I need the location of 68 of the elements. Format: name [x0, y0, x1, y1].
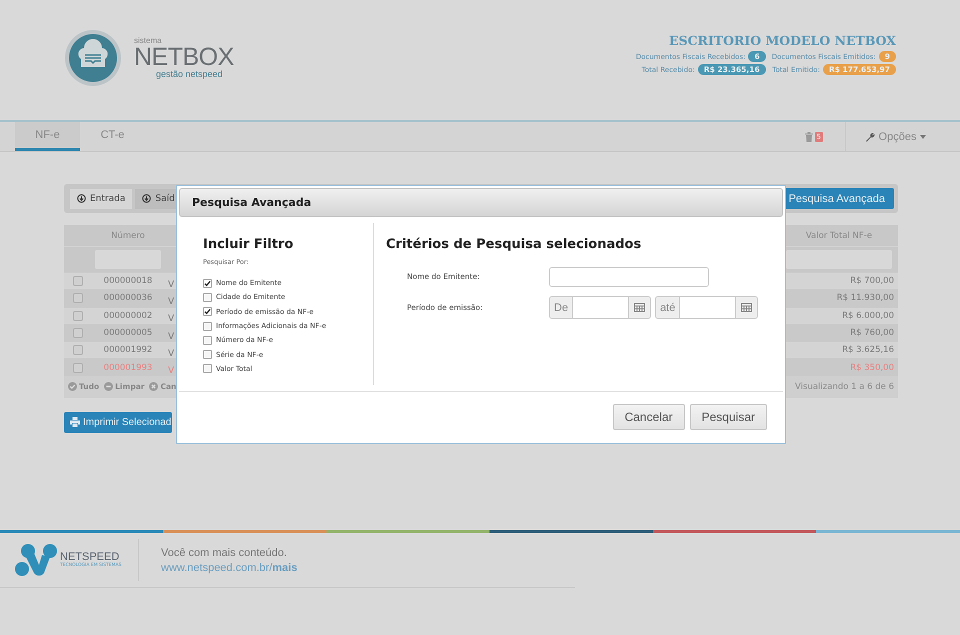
tab[interactable]: NF-e	[15, 122, 80, 151]
slogan: Você com mais conteúdo.	[161, 546, 288, 558]
trash-icon[interactable]	[804, 132, 813, 142]
row-checkbox[interactable]	[73, 328, 83, 338]
row-checkbox[interactable]	[73, 276, 83, 286]
row-checkbox[interactable]	[73, 293, 83, 304]
direction-button[interactable]: Entrada	[70, 188, 132, 208]
checkbox[interactable]	[203, 364, 212, 374]
calendar-icon[interactable]	[634, 303, 646, 312]
print-button[interactable]: Imprimir Selecionad	[64, 412, 172, 433]
logo-caption: sistema	[134, 37, 163, 45]
arrow-circle-icon	[77, 194, 86, 203]
brand-name: NETSPEED	[60, 551, 120, 564]
checkbox[interactable]	[203, 278, 212, 288]
table-cell-text: 000000036	[102, 293, 154, 304]
cross-circle-icon	[149, 382, 158, 392]
company-name: ESCRITORIO MODELO NETBOX	[669, 33, 896, 48]
check-circle-icon	[68, 382, 77, 392]
arrow-circle-icon	[142, 194, 152, 203]
table-cell: V	[168, 296, 174, 307]
cloud-logo-icon	[64, 29, 122, 87]
date-to-field[interactable]: até	[655, 296, 758, 319]
printer-icon	[70, 417, 80, 428]
table-cell-text: R$ 700,00	[849, 276, 895, 286]
wrench-icon	[864, 132, 875, 142]
table-cell: V	[168, 314, 174, 324]
checkbox[interactable]	[203, 336, 212, 345]
dialog-button[interactable]: Cancelar	[612, 404, 685, 430]
dialog-button[interactable]: Pesquisar	[690, 404, 767, 430]
minus-circle-icon	[104, 382, 114, 392]
table-cell-text: R$ 350,00	[849, 362, 895, 373]
table-cell: V	[168, 280, 174, 290]
table-cell-text: 000000018	[102, 276, 154, 286]
section-title: Critérios de Pesquisa selecionados	[386, 237, 642, 252]
calendar-icon[interactable]	[741, 303, 752, 312]
options-menu[interactable]: Opções	[845, 122, 945, 151]
netspeed-logo-icon	[14, 543, 58, 577]
checkbox[interactable]	[203, 307, 212, 316]
logo-tagline: gestão netspeed	[156, 70, 224, 79]
table-cell-text: R$ 6.000,00	[841, 310, 895, 321]
row-checkbox[interactable]	[73, 362, 83, 373]
table-cell-text: 000001993	[102, 362, 154, 373]
tab[interactable]: CT-e	[80, 122, 145, 151]
table-cell: V	[168, 348, 174, 359]
column-header: Valor Total NF-e	[804, 230, 874, 240]
table-cell-text: R$ 760,00	[849, 328, 895, 338]
checkbox[interactable]	[203, 322, 212, 331]
column-header: Número	[110, 230, 146, 240]
website-link[interactable]: www.netspeed.com.br/mais	[161, 562, 298, 574]
checkbox[interactable]	[203, 292, 212, 302]
logo-name: NETBOX	[134, 45, 234, 70]
table-cell: V	[168, 366, 174, 376]
pagination-info: Visualizando 1 a 6 de 6	[795, 382, 894, 392]
caret-icon	[920, 134, 926, 138]
section-title: Incluir Filtro	[203, 237, 294, 252]
table-cell-text: R$ 11.930,00	[836, 293, 895, 304]
date-from-field[interactable]: De	[549, 296, 652, 319]
table-cell: V	[168, 332, 174, 342]
issuer-name-field[interactable]	[549, 266, 709, 286]
table-cell-text: 000001992	[102, 345, 154, 356]
table-cell-text: 000000002	[102, 310, 154, 321]
table-cell-text: 000000005	[102, 328, 154, 338]
row-checkbox[interactable]	[73, 345, 83, 356]
table-cell-text: R$ 3.625,16	[841, 345, 895, 356]
dialog-title: Pesquisa Avançada	[192, 196, 312, 209]
filter-field[interactable]	[786, 250, 892, 269]
row-checkbox[interactable]	[73, 310, 83, 321]
checkbox[interactable]	[203, 350, 212, 360]
